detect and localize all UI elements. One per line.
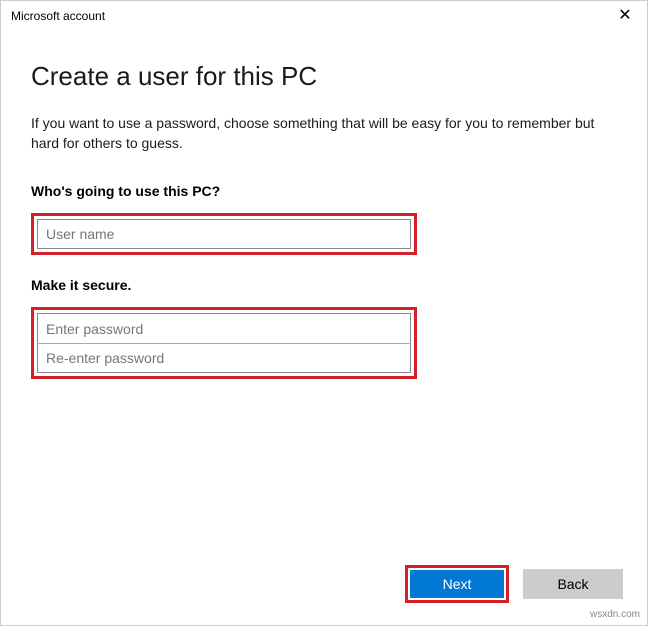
close-icon[interactable]: ✕ xyxy=(615,1,635,31)
content-area: Create a user for this PC If you want to… xyxy=(1,31,647,379)
next-button[interactable]: Next xyxy=(410,570,504,598)
username-section-label: Who's going to use this PC? xyxy=(31,183,617,199)
titlebar: Microsoft account ✕ xyxy=(1,1,647,31)
password-stack xyxy=(37,313,411,373)
password-highlight xyxy=(31,307,417,379)
next-button-highlight: Next xyxy=(405,565,509,603)
page-heading: Create a user for this PC xyxy=(31,61,617,92)
watermark-text: wsxdn.com xyxy=(590,609,640,620)
back-button[interactable]: Back xyxy=(523,569,623,599)
page-description: If you want to use a password, choose so… xyxy=(31,114,617,153)
reenter-password-input[interactable] xyxy=(37,343,411,373)
footer-buttons: Next Back xyxy=(405,565,623,603)
username-highlight xyxy=(31,213,417,255)
window-title: Microsoft account xyxy=(11,9,105,23)
username-input[interactable] xyxy=(37,219,411,249)
password-section-label: Make it secure. xyxy=(31,277,617,293)
dialog-window: Microsoft account ✕ Create a user for th… xyxy=(0,0,648,626)
password-input[interactable] xyxy=(37,313,411,343)
